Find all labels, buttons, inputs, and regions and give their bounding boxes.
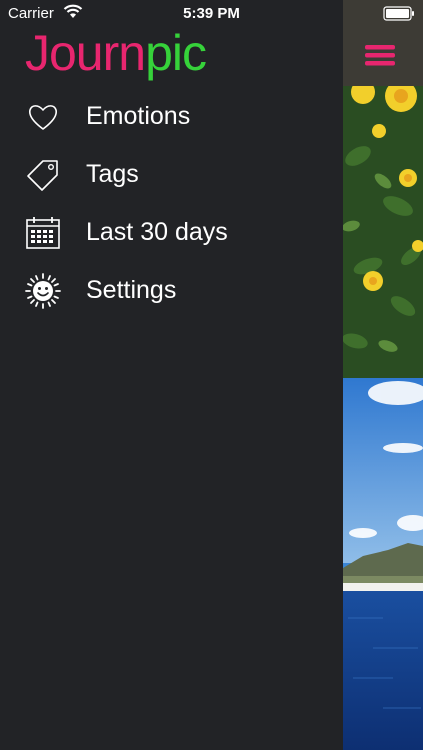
calendar-icon	[25, 215, 61, 251]
status-bar: Carrier 5:39 PM	[0, 0, 423, 28]
logo-pic: pic	[145, 25, 207, 81]
menu-item-last-30-days[interactable]: Last 30 days	[0, 204, 343, 258]
hamburger-icon[interactable]	[365, 43, 395, 67]
menu-item-label: Emotions	[86, 102, 191, 130]
menu-item-label: Tags	[86, 160, 139, 188]
logo-journ: Journ	[25, 25, 146, 81]
app-logo: Journpic	[25, 21, 207, 85]
clock: 5:39 PM	[183, 5, 240, 22]
menu-item-emotions[interactable]: Emotions	[0, 88, 343, 142]
menu-item-settings[interactable]: Settings	[0, 262, 343, 316]
main-content	[343, 0, 423, 750]
sun-face-icon	[25, 273, 61, 309]
heart-icon	[25, 99, 61, 135]
menu-item-label: Last 30 days	[86, 218, 228, 246]
side-menu: Journpic Emotions Tags Last 30 days Sett…	[0, 0, 343, 750]
menu-item-tags[interactable]: Tags	[0, 146, 343, 200]
battery-icon	[383, 6, 415, 25]
tag-icon	[25, 157, 61, 193]
yellow-roses-photo[interactable]	[343, 80, 423, 378]
menu-item-label: Settings	[86, 276, 177, 304]
ocean-mountain-photo[interactable]	[343, 378, 423, 750]
